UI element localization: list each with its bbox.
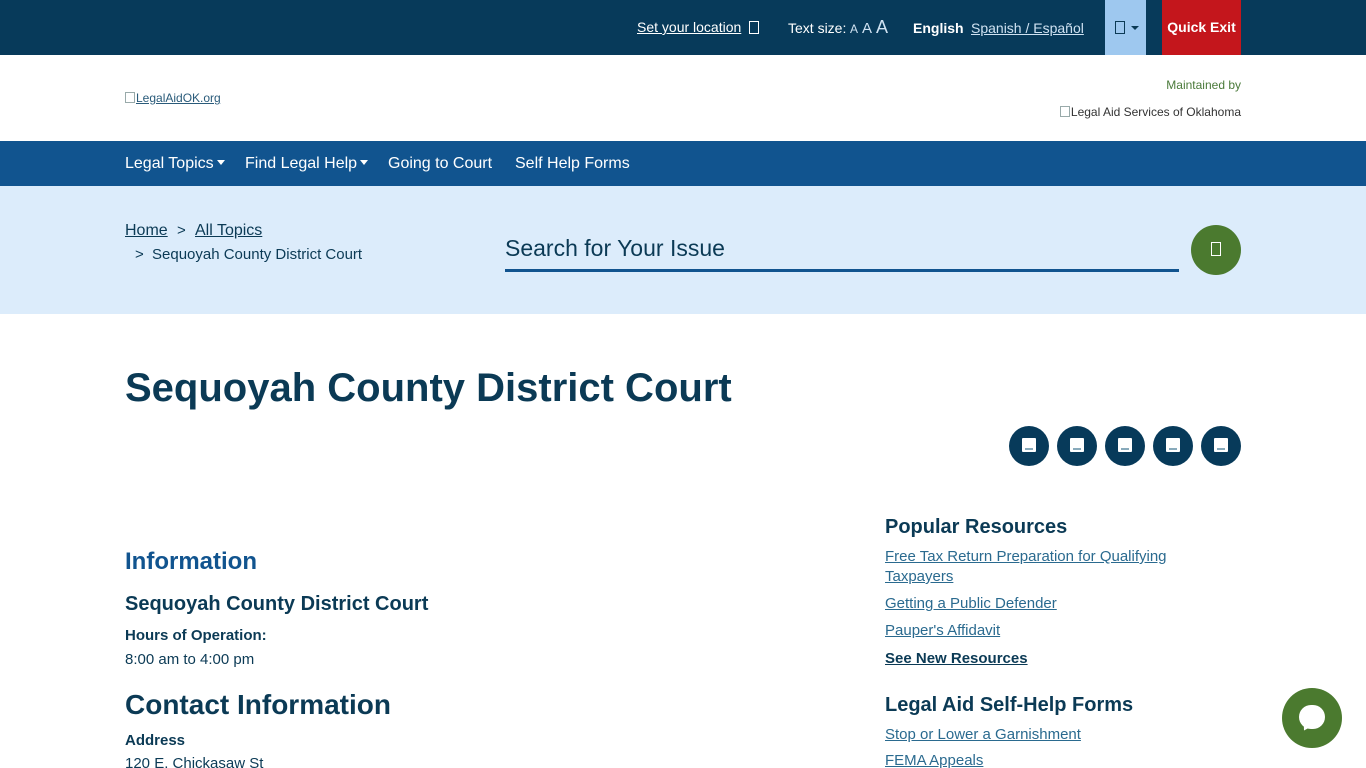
- popular-resource-link[interactable]: Free Tax Return Preparation for Qualifyi…: [885, 547, 1215, 587]
- chat-bubble-icon: [1299, 705, 1325, 729]
- nav-self-help-forms[interactable]: Self Help Forms: [515, 155, 630, 173]
- share-icon: [1022, 438, 1036, 452]
- share-icon: [1166, 438, 1180, 452]
- share-button[interactable]: [1009, 426, 1049, 466]
- quick-exit-button[interactable]: Quick Exit: [1162, 0, 1241, 55]
- share-icon: [1214, 438, 1228, 452]
- page-title: Sequoyah County District Court: [125, 366, 732, 410]
- search-icon: [1211, 242, 1221, 256]
- nav-going-to-court[interactable]: Going to Court: [388, 155, 492, 173]
- nav-item-label: Legal Topics: [125, 155, 214, 172]
- self-help-forms-heading: Legal Aid Self-Help Forms: [885, 694, 1134, 716]
- breadcrumb-separator: >: [135, 246, 144, 263]
- breadcrumb-separator: >: [177, 222, 186, 239]
- partner-logo[interactable]: Legal Aid Services of Oklahoma: [1059, 105, 1241, 119]
- contact-heading: Contact Information: [125, 689, 391, 720]
- main-nav: Legal Topics Find Legal Help Going to Co…: [0, 141, 1366, 186]
- search-input[interactable]: [505, 228, 1179, 272]
- share-button[interactable]: [1153, 426, 1193, 466]
- accessibility-dropdown-button[interactable]: [1105, 0, 1146, 55]
- maintained-by-label: Maintained by: [1166, 78, 1241, 92]
- breadcrumb-all-topics-link[interactable]: All Topics: [195, 222, 262, 240]
- text-size-medium-button[interactable]: A: [862, 20, 872, 37]
- site-logo[interactable]: LegalAidOK.org: [125, 91, 221, 105]
- court-name: Sequoyah County District Court: [125, 593, 429, 615]
- chat-button[interactable]: [1282, 688, 1342, 748]
- breadcrumb-home-link[interactable]: Home: [125, 222, 168, 240]
- share-icon: [1070, 438, 1084, 452]
- site-logo-alt: LegalAidOK.org: [136, 91, 221, 105]
- address-label: Address: [125, 732, 186, 749]
- partner-logo-alt: Legal Aid Services of Oklahoma: [1070, 105, 1241, 119]
- site-header: LegalAidOK.org Maintained by Legal Aid S…: [0, 55, 1366, 141]
- popular-resources-heading: Popular Resources: [885, 516, 1068, 538]
- breadcrumb-search-band: Home > All Topics > Sequoyah County Dist…: [0, 186, 1366, 314]
- text-size-small-button[interactable]: A: [850, 22, 858, 36]
- hours-label: Hours of Operation:: [125, 627, 267, 644]
- share-button[interactable]: [1201, 426, 1241, 466]
- self-help-form-link[interactable]: Stop or Lower a Garnishment: [885, 725, 1215, 745]
- set-location-link[interactable]: Set your location: [637, 19, 741, 35]
- popular-resource-link[interactable]: Getting a Public Defender: [885, 594, 1215, 614]
- language-english: English: [913, 20, 964, 36]
- self-help-form-link[interactable]: FEMA Appeals: [885, 751, 1215, 768]
- language-spanish-link[interactable]: Spanish / Español: [971, 20, 1084, 36]
- nav-legal-topics[interactable]: Legal Topics: [125, 155, 225, 173]
- chevron-down-icon: [216, 160, 225, 165]
- nav-item-label: Find Legal Help: [245, 155, 358, 172]
- text-size-large-button[interactable]: A: [876, 17, 888, 38]
- see-new-resources-link[interactable]: See New Resources: [885, 649, 1215, 669]
- search-button[interactable]: [1191, 225, 1241, 275]
- address-value: 120 E. Chickasaw St: [125, 755, 264, 768]
- broken-image-icon: [1059, 106, 1070, 117]
- broken-image-icon: [125, 92, 135, 103]
- location-icon[interactable]: [749, 21, 759, 34]
- share-button[interactable]: [1057, 426, 1097, 466]
- popular-resource-link[interactable]: Pauper's Affidavit: [885, 621, 1215, 641]
- share-button[interactable]: [1105, 426, 1145, 466]
- chevron-down-icon: [360, 160, 369, 165]
- nav-find-legal-help[interactable]: Find Legal Help: [245, 155, 369, 173]
- information-heading: Information: [125, 548, 257, 575]
- breadcrumb-current: Sequoyah County District Court: [152, 246, 363, 263]
- share-icon: [1118, 438, 1132, 452]
- hours-value: 8:00 am to 4:00 pm: [125, 651, 255, 668]
- text-size-label: Text size:: [788, 20, 847, 36]
- accessibility-icon: [1115, 21, 1125, 34]
- chevron-down-icon: [1131, 26, 1139, 30]
- top-utility-bar: Set your location Text size: A A A Engli…: [0, 0, 1366, 55]
